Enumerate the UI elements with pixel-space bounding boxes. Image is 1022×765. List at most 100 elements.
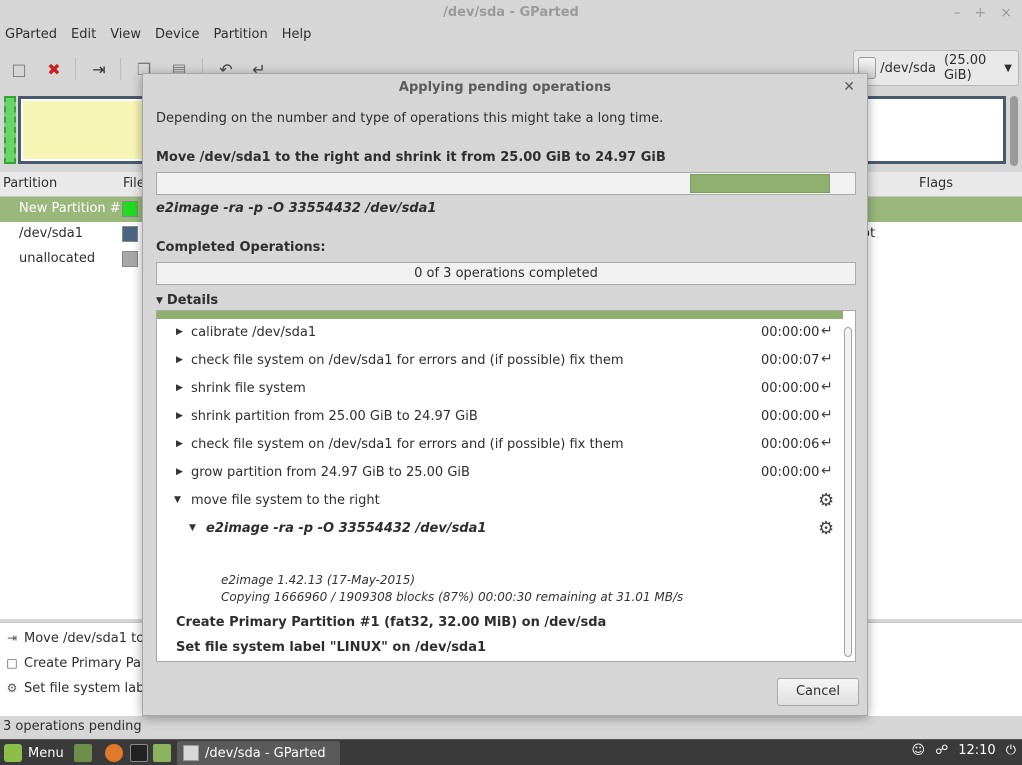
details-expander[interactable]: ▼ Details: [156, 293, 218, 308]
resize-move-icon[interactable]: ⇥: [88, 58, 110, 80]
detail-row[interactable]: ▶ check file system on /dev/sda1 for err…: [157, 431, 843, 459]
pending-op-row[interactable]: ⇥ Move /dev/sda1 to th: [4, 627, 162, 649]
detail-row[interactable]: ▶ shrink file system 00:00:00 ↵: [157, 375, 843, 403]
collapsed-triangle-icon[interactable]: ▶: [176, 439, 183, 449]
done-icon: ↵: [821, 379, 833, 395]
current-command: e2image -ra -p -O 33554432 /dev/sda1: [156, 201, 437, 216]
detail-subrow[interactable]: ▼ e2image -ra -p -O 33554432 /dev/sda1 ⚙: [157, 515, 843, 543]
detail-time: 00:00:00: [761, 465, 820, 480]
move-icon: ⇥: [6, 631, 18, 645]
detail-row[interactable]: ▶ shrink partition from 25.00 GiB to 24.…: [157, 403, 843, 431]
start-menu-label: Menu: [28, 745, 64, 761]
menu-view[interactable]: View: [110, 26, 141, 48]
pending-op-label: Move /dev/sda1 to th: [24, 630, 162, 646]
expanded-triangle-icon[interactable]: ▼: [174, 495, 181, 505]
device-size: (25.00 GiB): [943, 53, 987, 83]
done-icon: ↵: [821, 351, 833, 367]
log-line: Copying 1666960 / 1909308 blocks (87%) 0…: [221, 590, 684, 604]
detail-time: 00:00:06: [761, 437, 820, 452]
collapsed-triangle-icon[interactable]: ▶: [176, 355, 183, 365]
done-icon: ↵: [821, 323, 833, 339]
detail-row[interactable]: ▶ grow partition from 24.97 GiB to 25.00…: [157, 459, 843, 487]
queued-operation: Create Primary Partition #1 (fat32, 32.0…: [176, 615, 607, 630]
menu-gparted[interactable]: GParted: [5, 26, 57, 48]
details-tree: ▶ calibrate /dev/sda1 00:00:00 ↵ ▶ check…: [156, 310, 856, 662]
dialog-close-icon[interactable]: ✕: [843, 79, 855, 95]
device-selector[interactable]: /dev/sda (25.00 GiB) ▼: [853, 50, 1019, 86]
expand-triangle-icon: ▼: [156, 295, 163, 306]
details-label: Details: [166, 293, 219, 308]
queued-operation: Set file system label "LINUX" on /dev/sd…: [176, 640, 487, 655]
pending-op-row[interactable]: □ Create Primary Partiti: [4, 652, 163, 674]
collapsed-triangle-icon[interactable]: ▶: [176, 327, 183, 337]
power-icon[interactable]: ⏻: [1006, 743, 1016, 758]
files-icon[interactable]: [153, 744, 171, 762]
terminal-icon[interactable]: [130, 744, 148, 762]
current-operation-progress: [156, 172, 856, 195]
start-menu-button[interactable]: Menu: [4, 743, 64, 763]
done-icon: ↵: [821, 463, 833, 479]
minimize-button[interactable]: –: [954, 0, 961, 26]
detail-row[interactable]: ▼ move file system to the right ⚙: [157, 487, 843, 515]
partition-name: New Partition #1: [19, 201, 129, 216]
detail-label: move file system to the right: [191, 493, 380, 508]
detail-row[interactable]: ▶ calibrate /dev/sda1 00:00:00 ↵: [157, 319, 843, 347]
gear-icon: ⚙: [818, 518, 835, 539]
progress-fill: [690, 174, 830, 193]
column-flags[interactable]: Flags: [919, 176, 953, 191]
filesystem-color-swatch: [122, 251, 138, 267]
gear-icon: ⚙: [818, 490, 835, 511]
taskbar-task-label: /dev/sda - GParted: [205, 745, 326, 761]
detail-time: 00:00:00: [761, 381, 820, 396]
detail-time: 00:00:07: [761, 353, 820, 368]
taskbar: Menu /dev/sda - GParted ☺ ☍ 12:10 ⏻: [0, 739, 1022, 765]
system-tray: ☺ ☍ 12:10 ⏻: [912, 743, 1017, 758]
window-controls: – + ×: [954, 0, 1012, 26]
user-icon[interactable]: ☺: [912, 743, 926, 758]
detail-label: grow partition from 24.97 GiB to 25.00 G…: [191, 465, 470, 480]
taskbar-window-gparted[interactable]: /dev/sda - GParted: [177, 741, 340, 765]
details-scrollbar[interactable]: [844, 327, 852, 657]
completed-operations-label: Completed Operations:: [156, 240, 326, 255]
close-button[interactable]: ×: [1000, 0, 1012, 26]
gear-icon: ⚙: [6, 681, 18, 695]
firefox-icon[interactable]: [105, 744, 123, 762]
menu-partition[interactable]: Partition: [214, 26, 268, 48]
partition-name: unallocated: [19, 251, 96, 266]
window-title: /dev/sda - GParted: [0, 0, 1022, 26]
apply-dialog: Applying pending operations ✕ Depending …: [142, 73, 868, 716]
menu-device[interactable]: Device: [155, 26, 199, 48]
current-operation: Move /dev/sda1 to the right and shrink i…: [156, 150, 666, 165]
menu-bar: GParted Edit View Device Partition Help: [0, 26, 1022, 48]
detail-row[interactable]: ▶ check file system on /dev/sda1 for err…: [157, 347, 843, 375]
menu-help[interactable]: Help: [282, 26, 312, 48]
detail-label: check file system on /dev/sda1 for error…: [191, 437, 624, 452]
new-partition-icon[interactable]: □: [8, 58, 30, 80]
detail-label: shrink partition from 25.00 GiB to 24.97…: [191, 409, 478, 424]
dialog-title: Applying pending operations: [398, 80, 612, 95]
maximize-button[interactable]: +: [975, 0, 987, 26]
disk-map-scrollbar[interactable]: [1010, 96, 1018, 166]
detail-command: e2image -ra -p -O 33554432 /dev/sda1: [206, 521, 487, 536]
gparted-icon: [183, 745, 199, 761]
cancel-button[interactable]: Cancel: [777, 678, 859, 706]
delete-icon[interactable]: ✖: [43, 58, 65, 80]
filesystem-color-swatch: [122, 226, 138, 242]
mint-logo-icon: [4, 744, 22, 762]
partition-name: /dev/sda1: [19, 226, 83, 241]
menu-edit[interactable]: Edit: [71, 26, 96, 48]
expanded-triangle-icon[interactable]: ▼: [189, 523, 196, 533]
collapsed-triangle-icon[interactable]: ▶: [176, 411, 183, 421]
completed-operations-progress: 0 of 3 operations completed: [156, 262, 856, 285]
detail-label: shrink file system: [191, 381, 306, 396]
clock[interactable]: 12:10: [958, 743, 995, 758]
new-partition-icon: □: [6, 656, 18, 670]
disk-map-new-partition[interactable]: [4, 96, 16, 164]
network-icon[interactable]: ☍: [935, 743, 948, 758]
filesystem-color-swatch: [122, 201, 138, 217]
show-desktop-icon[interactable]: [74, 744, 92, 762]
device-name: /dev/sda: [880, 60, 936, 76]
collapsed-triangle-icon[interactable]: ▶: [176, 383, 183, 393]
collapsed-triangle-icon[interactable]: ▶: [176, 467, 183, 477]
column-partition[interactable]: Partition: [3, 176, 57, 191]
